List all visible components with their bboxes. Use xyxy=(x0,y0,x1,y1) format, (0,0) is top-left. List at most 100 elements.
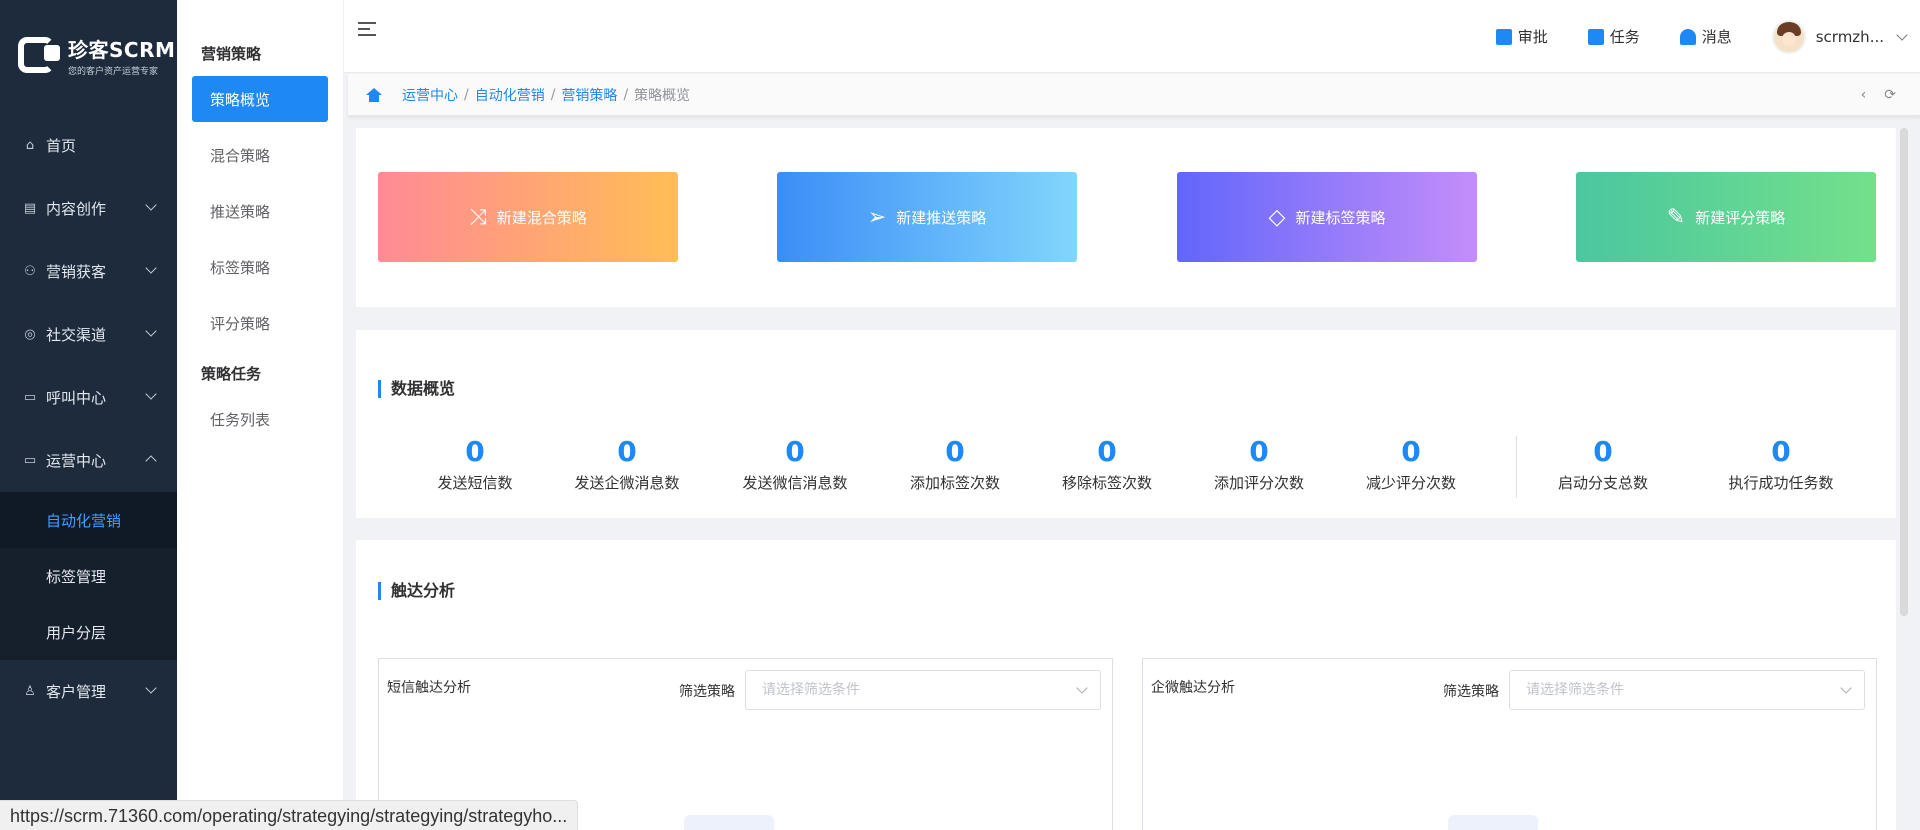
home-icon[interactable] xyxy=(366,88,382,102)
home-icon: ⌂ xyxy=(25,138,35,153)
status-url: https://scrm.71360.com/operating/strateg… xyxy=(0,800,579,830)
chevron-down-icon xyxy=(145,199,157,211)
sidebar-item-marketing[interactable]: ⚇ 营销获客 xyxy=(0,240,177,303)
strategy-filter-input[interactable] xyxy=(746,671,1046,709)
message-button[interactable]: 消息 xyxy=(1679,26,1732,47)
breadcrumb: 运营中心 / 自动化营销 / 营销策略 / 策略概览 xyxy=(366,74,690,116)
sidebar-item-content[interactable]: ▤ 内容创作 xyxy=(0,177,177,240)
stat-value: 0 xyxy=(1593,435,1613,468)
sidebar-item-operations[interactable]: ▭ 运营中心 xyxy=(0,429,177,492)
stat-value: 0 xyxy=(1771,435,1791,468)
sidebar-item-call-center[interactable]: ▭ 呼叫中心 xyxy=(0,366,177,429)
stat-label: 移除标签次数 xyxy=(1061,474,1152,492)
action-label: 新建评分策略 xyxy=(1695,208,1786,227)
sidebar-menu: ⌂ 首页 ▤ 内容创作 ⚇ 营销获客 ◎ 社交渠道 ▭ 呼叫中心 ▭ 运营中心 xyxy=(0,114,177,723)
collapse-menu-icon[interactable] xyxy=(358,22,376,38)
edit-icon: ✎ xyxy=(1666,204,1686,230)
new-tag-strategy-button[interactable]: ◇ 新建标签策略 xyxy=(1177,172,1477,262)
stat-label: 发送短信数 xyxy=(437,474,513,492)
logo-subtitle: 您的客户资产运营专家 xyxy=(68,66,159,77)
section-title: 数据概览 xyxy=(378,380,455,398)
nav-score-strategy[interactable]: 评分策略 xyxy=(192,300,328,346)
stat-label: 发送微信消息数 xyxy=(742,474,848,492)
stat-branches-started: 0 启动分支总数 xyxy=(1528,436,1678,493)
sidebar-item-label: 首页 xyxy=(46,137,77,155)
sidebar-subitem-segments[interactable]: 用户分层 xyxy=(0,604,177,660)
username[interactable]: scrmzh... xyxy=(1816,28,1884,46)
chevron-down-icon xyxy=(145,388,157,400)
sidebar-item-label: 运营中心 xyxy=(46,452,107,470)
breadcrumb-link[interactable]: 自动化营销 xyxy=(475,85,545,105)
new-score-strategy-button[interactable]: ✎ 新建评分策略 xyxy=(1576,172,1876,262)
wecom-reach-box: 企微触达分析 筛选策略 xyxy=(1142,658,1877,830)
logo[interactable]: 珍客SCRM 您的客户资产运营专家 xyxy=(0,0,177,110)
nav-task-list[interactable]: 任务列表 xyxy=(192,396,328,442)
stat-tasks-succeeded: 0 执行成功任务数 xyxy=(1706,436,1856,493)
stat-label: 发送企微消息数 xyxy=(574,474,680,492)
user-icon: ♙ xyxy=(24,684,36,699)
send-icon: ➢ xyxy=(867,204,887,230)
avatar[interactable] xyxy=(1771,19,1806,54)
back-icon[interactable]: ‹ xyxy=(1861,87,1867,103)
stat-tags-added: 0 添加标签次数 xyxy=(880,436,1030,493)
document-icon: ▤ xyxy=(23,201,37,216)
nav-mixed-strategy[interactable]: 混合策略 xyxy=(192,132,328,178)
empty-state-image xyxy=(1448,815,1538,830)
main-sidebar: 珍客SCRM 您的客户资产运营专家 ⌂ 首页 ▤ 内容创作 ⚇ 营销获客 ◎ 社… xyxy=(0,0,177,830)
sidebar-item-label: 内容创作 xyxy=(46,200,107,218)
new-push-strategy-button[interactable]: ➢ 新建推送策略 xyxy=(777,172,1077,262)
chart-monitor-icon: ▭ xyxy=(23,453,37,468)
chevron-down-icon xyxy=(1076,682,1088,694)
sidebar-item-social[interactable]: ◎ 社交渠道 xyxy=(0,303,177,366)
sidebar-item-label: 客户管理 xyxy=(46,683,107,701)
nav-tag-strategy[interactable]: 标签策略 xyxy=(192,244,328,290)
logo-icon xyxy=(18,35,62,75)
approve-icon xyxy=(1495,28,1512,45)
chevron-down-icon xyxy=(145,262,157,274)
stat-value: 0 xyxy=(1097,435,1117,468)
group-title: 策略任务 xyxy=(201,365,262,383)
new-mixed-strategy-button[interactable]: ⤨ 新建混合策略 xyxy=(378,172,678,262)
breadcrumb-link[interactable]: 运营中心 xyxy=(402,85,458,105)
sidebar-item-customers[interactable]: ♙ 客户管理 xyxy=(0,660,177,723)
stat-value: 0 xyxy=(465,435,485,468)
users-icon: ⚇ xyxy=(24,264,36,279)
reach-analysis-panel: 触达分析 短信触达分析 筛选策略 企微触达分析 筛选策略 xyxy=(356,540,1896,830)
scrollbar[interactable] xyxy=(1900,128,1908,616)
chevron-down-icon[interactable] xyxy=(1896,28,1908,41)
box-title: 企微触达分析 xyxy=(1151,680,1235,696)
filter-label: 筛选策略 xyxy=(1443,684,1499,700)
group-title: 营销策略 xyxy=(201,45,262,63)
empty-state-image xyxy=(684,815,774,830)
clipboard-icon xyxy=(1587,28,1604,45)
message-label: 消息 xyxy=(1701,28,1732,46)
stat-value: 0 xyxy=(945,435,965,468)
monitor-icon: ▭ xyxy=(23,390,37,405)
chevron-up-icon xyxy=(145,455,157,467)
refresh-icon[interactable]: ⟳ xyxy=(1884,87,1896,103)
task-button[interactable]: 任务 xyxy=(1587,26,1640,47)
divider xyxy=(1516,436,1517,498)
nav-push-strategy[interactable]: 推送策略 xyxy=(192,188,328,234)
box-title: 短信触达分析 xyxy=(387,680,471,696)
breadcrumb-link[interactable]: 营销策略 xyxy=(561,85,617,105)
sidebar-subitem-tags[interactable]: 标签管理 xyxy=(0,548,177,604)
stat-value: 0 xyxy=(1401,435,1421,468)
sidebar-subitem-automation[interactable]: 自动化营销 xyxy=(0,492,177,548)
nav-strategy-overview[interactable]: 策略概览 xyxy=(192,76,328,122)
section-title: 触达分析 xyxy=(378,582,455,600)
target-icon: ◎ xyxy=(24,327,36,342)
logo-title: 珍客SCRM xyxy=(68,37,176,62)
bell-icon xyxy=(1679,28,1696,45)
sidebar-item-home[interactable]: ⌂ 首页 xyxy=(0,114,177,177)
stat-score-reduced: 0 减少评分次数 xyxy=(1336,436,1486,493)
approve-button[interactable]: 审批 xyxy=(1495,26,1548,47)
stat-label: 启动分支总数 xyxy=(1557,474,1648,492)
strategy-filter-select[interactable] xyxy=(745,670,1101,710)
strategy-filter-input[interactable] xyxy=(1510,671,1810,709)
approve-label: 审批 xyxy=(1517,28,1548,46)
stat-tags-removed: 0 移除标签次数 xyxy=(1032,436,1182,493)
strategy-filter-select[interactable] xyxy=(1509,670,1865,710)
stat-value: 0 xyxy=(785,435,805,468)
sidebar-item-label: 呼叫中心 xyxy=(46,389,107,407)
